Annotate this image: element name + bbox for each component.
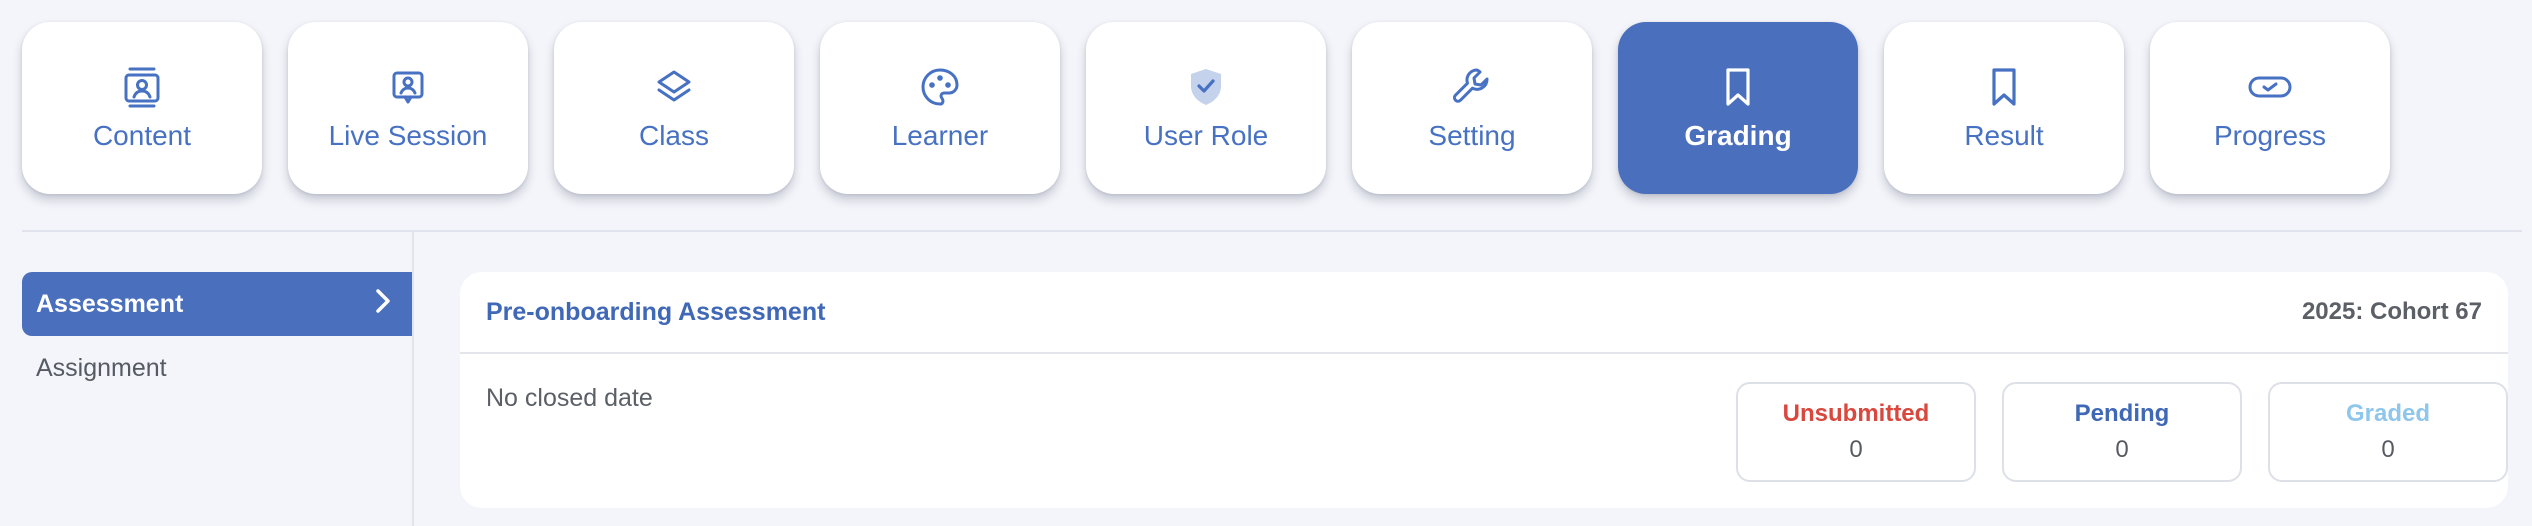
chevron-right-icon <box>370 285 396 324</box>
counter-label: Pending <box>2074 400 2170 427</box>
tab-label: Result <box>1964 120 2044 151</box>
palette-face-icon <box>917 64 963 110</box>
tab-label: Live Session <box>328 120 488 151</box>
sidebar-item-label: Assignment <box>36 353 167 382</box>
card-body: No closed date Unsubmitted 0 Pending 0 G… <box>460 354 2508 506</box>
tab-label: Learner <box>891 120 989 151</box>
tab-label: Setting <box>1428 120 1516 151</box>
tab-result[interactable]: Result <box>1884 22 2124 194</box>
card-header: Pre-onboarding Assessment 2025: Cohort 6… <box>460 272 2508 354</box>
shield-check-icon <box>1183 64 1229 110</box>
tab-label: Progress <box>2213 120 2327 151</box>
counter-value: 0 <box>1849 436 1863 463</box>
contact-card-icon <box>119 64 165 110</box>
sidebar-item-assessment[interactable]: Assessment <box>22 272 412 336</box>
tab-grading[interactable]: Grading <box>1618 22 1858 194</box>
presenter-icon <box>385 64 431 110</box>
tab-label: User Role <box>1143 120 1269 151</box>
toggle-check-icon <box>2247 64 2293 110</box>
bookmark-icon <box>1981 64 2027 110</box>
graded-counter[interactable]: Graded 0 <box>2268 382 2508 482</box>
tab-learner[interactable]: Learner <box>820 22 1060 194</box>
counter-label: Unsubmitted <box>1782 400 1930 427</box>
bookmark-icon <box>1715 64 1761 110</box>
tab-label: Grading <box>1684 120 1792 151</box>
sidebar-item-label: Assessment <box>36 289 184 318</box>
tab-label: Content <box>92 120 192 151</box>
tab-class[interactable]: Class <box>554 22 794 194</box>
pending-counter[interactable]: Pending 0 <box>2002 382 2242 482</box>
cohort-label: 2025: Cohort 67 <box>2301 298 2482 325</box>
wrench-icon <box>1449 64 1495 110</box>
counter-label: Graded <box>2345 400 2431 427</box>
tab-live-session[interactable]: Live Session <box>288 22 528 194</box>
divider <box>412 232 414 526</box>
sidebar: Assessment Assignment <box>22 272 412 400</box>
tab-setting[interactable]: Setting <box>1352 22 1592 194</box>
assessment-title[interactable]: Pre-onboarding Assessment <box>486 298 825 327</box>
divider <box>22 230 2522 232</box>
counter-value: 0 <box>2115 436 2129 463</box>
layers-icon <box>651 64 697 110</box>
tab-label: Class <box>638 120 709 151</box>
tab-content[interactable]: Content <box>22 22 262 194</box>
sidebar-item-assignment[interactable]: Assignment <box>22 336 412 400</box>
unsubmitted-counter[interactable]: Unsubmitted 0 <box>1736 382 1976 482</box>
counter-value: 0 <box>2381 436 2395 463</box>
status-counters: Unsubmitted 0 Pending 0 Graded 0 <box>1736 382 2508 482</box>
tab-progress[interactable]: Progress <box>2150 22 2390 194</box>
close-date-text: No closed date <box>486 384 653 412</box>
top-navigation: Content Live Session Class Learner User … <box>22 22 2390 194</box>
assessment-card: Pre-onboarding Assessment 2025: Cohort 6… <box>460 272 2508 508</box>
tab-user-role[interactable]: User Role <box>1086 22 1326 194</box>
